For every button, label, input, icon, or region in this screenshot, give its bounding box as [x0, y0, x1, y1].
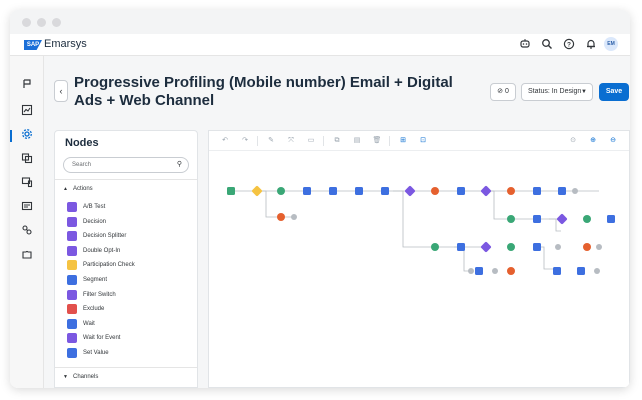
node-item-label: Filter Switch	[83, 291, 116, 298]
status-label: Status: In Design	[528, 88, 582, 95]
save-button[interactable]: Save	[599, 83, 629, 101]
zoom-in-icon[interactable]: ⊕	[587, 135, 599, 147]
node-type-icon	[67, 260, 77, 271]
node-item-label: Decision	[83, 218, 107, 225]
copy-icon[interactable]: ⧉	[331, 135, 343, 147]
search-icon: ⚲	[176, 161, 182, 168]
nodes-panel: Nodes Search ⚲ ▲ Actions A/B Test Decisio…	[54, 130, 198, 388]
fit-icon[interactable]: ⊙	[567, 135, 579, 147]
search-icon[interactable]	[540, 38, 554, 52]
status-dropdown[interactable]: Status: In Design ▼	[521, 83, 593, 101]
node-item-label: Set Value	[83, 350, 109, 356]
sidebar-active-indicator	[10, 130, 12, 142]
app-window: SAP Emarsys ? EM ‹ Progressive Profiling…	[10, 10, 630, 388]
brand-name: Emarsys	[44, 38, 87, 50]
node-type-icon	[67, 202, 77, 212]
paste-icon[interactable]: ▤	[351, 135, 363, 147]
analytics-icon[interactable]	[20, 104, 34, 118]
bot-icon[interactable]	[518, 38, 532, 52]
sap-logo: SAP	[24, 40, 42, 50]
node-type-icon	[67, 304, 77, 315]
flow-nodes	[227, 185, 615, 275]
comment-icon[interactable]: ▭	[305, 135, 317, 147]
search-placeholder: Search	[72, 162, 92, 168]
toolbar-divider	[323, 136, 324, 146]
campaign-icon[interactable]	[20, 78, 34, 92]
node-item-label: Participation Check	[83, 262, 135, 269]
window-close-dot[interactable]	[22, 18, 31, 27]
node-type-icon	[67, 348, 77, 358]
comments-count: 0	[504, 88, 509, 95]
node-item-label: Wait	[83, 320, 95, 327]
nodes-title: Nodes	[65, 137, 99, 149]
node-type-icon	[67, 275, 77, 285]
page-title: Progressive Profiling (Mobile number) Em…	[74, 74, 453, 109]
nodes-search-input[interactable]: Search ⚲	[63, 157, 189, 173]
node-type-icon	[67, 333, 77, 344]
connect-icon[interactable]: ⤧	[285, 135, 297, 147]
node-item[interactable]: Segment	[67, 274, 107, 286]
chevron-down-icon: ▼	[581, 89, 587, 95]
node-type-icon	[67, 289, 77, 300]
channels-label: Channels	[73, 374, 99, 380]
node-item[interactable]: Filter Switch	[67, 289, 116, 301]
tag-icon: ⊘	[497, 88, 503, 95]
channels-icon[interactable]	[20, 176, 34, 190]
zoom-out-icon[interactable]: ⊖	[607, 135, 619, 147]
automation-icon[interactable]	[20, 128, 34, 142]
toolbar-divider	[389, 136, 390, 146]
integrations-icon[interactable]	[20, 224, 34, 238]
actions-section-header[interactable]: ▲ Actions	[55, 179, 197, 197]
flow-canvas[interactable]: ↶ ↷ ✎ ⤧ ▭ ⧉ ▤ 🗑 ⊞ ⊡ ⊙ ⊕ ⊖	[208, 130, 630, 388]
node-type-icon	[67, 231, 77, 242]
node-type-icon	[67, 318, 77, 329]
node-type-icon	[67, 216, 77, 227]
node-item[interactable]: Participation Check	[67, 259, 135, 271]
addons-icon[interactable]	[20, 248, 34, 262]
window-maximize-dot[interactable]	[52, 18, 61, 27]
node-item-label: Exclude	[83, 306, 105, 313]
node-item[interactable]: Set Value	[67, 347, 109, 359]
top-header: SAP Emarsys ? EM	[10, 34, 630, 56]
chevron-up-icon: ▲	[63, 186, 68, 192]
back-button[interactable]: ‹	[54, 80, 68, 102]
main-area: ‹ Progressive Profiling (Mobile number) …	[44, 56, 630, 388]
node-item-label: Decision Splitter	[83, 233, 127, 240]
node-item[interactable]: Exclude	[67, 303, 104, 315]
content-icon[interactable]	[20, 152, 34, 166]
auto-layout-icon[interactable]: ⊞	[397, 135, 409, 147]
chevron-left-icon: ‹	[59, 86, 63, 96]
redo-icon[interactable]: ↷	[239, 135, 251, 147]
svg-text:?: ?	[567, 41, 571, 48]
window-titlebar	[10, 10, 630, 34]
avatar[interactable]: EM	[604, 37, 618, 51]
node-type-icon	[67, 245, 77, 256]
grid-icon[interactable]: ⊡	[417, 135, 429, 147]
comments-count-button[interactable]: ⊘ 0	[490, 83, 516, 101]
actions-label: Actions	[73, 186, 93, 192]
contacts-icon[interactable]	[20, 200, 34, 214]
chevron-down-icon: ▼	[63, 374, 68, 380]
node-item[interactable]: Decision Splitter	[67, 230, 126, 242]
help-icon[interactable]: ?	[562, 38, 576, 52]
window-minimize-dot[interactable]	[37, 18, 46, 27]
undo-icon[interactable]: ↶	[219, 135, 231, 147]
left-sidebar	[10, 56, 44, 388]
delete-icon[interactable]: 🗑	[371, 135, 383, 147]
node-item-label: Double Opt-In	[83, 247, 121, 254]
edit-icon[interactable]: ✎	[265, 135, 277, 147]
bell-icon[interactable]	[584, 38, 598, 52]
node-item[interactable]: A/B Test	[67, 201, 105, 213]
node-item[interactable]: Wait for Event	[67, 332, 120, 344]
node-item[interactable]: Decision	[67, 216, 106, 228]
automation-flow-diagram[interactable]	[209, 151, 630, 388]
node-item-label: Wait for Event	[83, 335, 121, 342]
toolbar-divider	[257, 136, 258, 146]
node-item-label: A/B Test	[83, 204, 106, 210]
channels-section-header[interactable]: ▼ Channels	[55, 367, 197, 385]
node-item[interactable]: Wait	[67, 318, 95, 330]
node-item[interactable]: Double Opt-In	[67, 245, 120, 257]
canvas-toolbar: ↶ ↷ ✎ ⤧ ▭ ⧉ ▤ 🗑 ⊞ ⊡ ⊙ ⊕ ⊖	[209, 131, 629, 151]
node-item-label: Segment	[83, 277, 108, 283]
